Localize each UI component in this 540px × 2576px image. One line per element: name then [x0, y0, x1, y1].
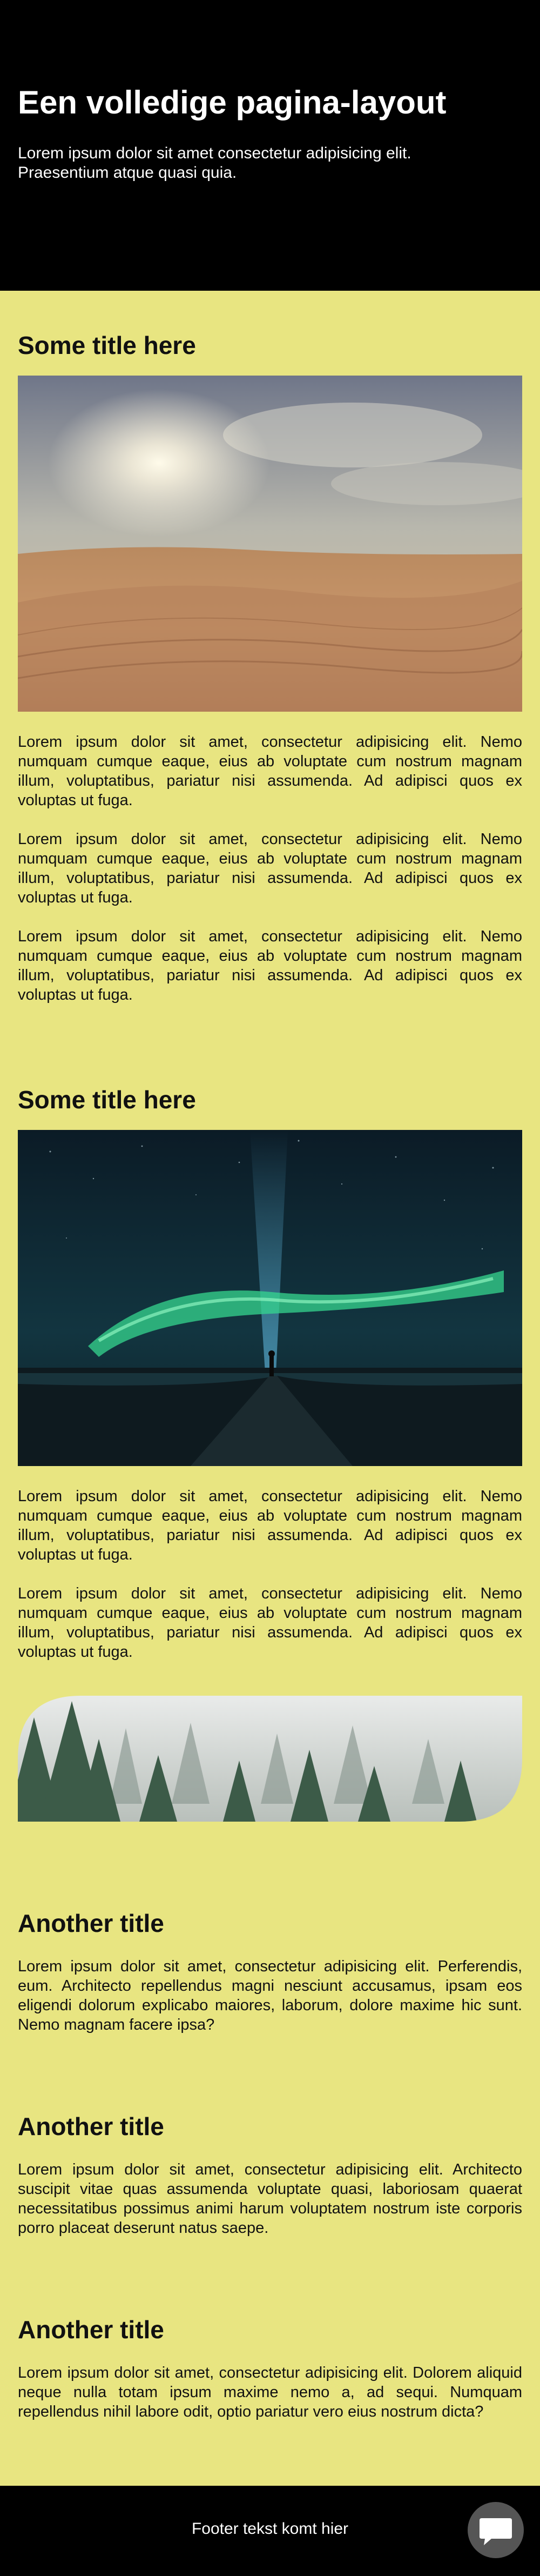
article-1-title: Some title here: [18, 331, 196, 359]
footer-text: Footer tekst komt hier: [191, 2520, 349, 2538]
article-2: Some title here Lorem ipsum dolor sit am…: [18, 1077, 522, 1694]
card-3-title: Another title: [18, 2316, 164, 2344]
card-1-title: Another title: [18, 1909, 164, 1937]
card-1: Another title Lorem ipsum dolor sit amet…: [18, 1868, 522, 2071]
forest-banner: [18, 1694, 522, 1868]
site-footer: Footer tekst komt hier: [0, 2486, 540, 2576]
article-2-paragraph-1: Lorem ipsum dolor sit amet, consectetur …: [18, 1487, 522, 1563]
header-subtitle: Lorem ipsum dolor sit amet consectetur a…: [18, 144, 522, 183]
chat-bubble-icon: [480, 2518, 512, 2545]
aurora-night-image: [18, 1129, 522, 1466]
article-1-paragraph-2: Lorem ipsum dolor sit amet, consectetur …: [18, 830, 522, 906]
desert-dunes-image: [18, 375, 522, 712]
page-title: Een volledige pagina-layout: [18, 84, 447, 121]
card-2-text: Lorem ipsum dolor sit amet, consectetur …: [18, 2160, 522, 2237]
misty-forest-image: [18, 1696, 522, 1822]
site-header: Een volledige pagina-layout Lorem ipsum …: [0, 0, 540, 291]
header-subtitle-line-2: Praesentium atque quasi quia.: [18, 164, 237, 182]
card-1-text: Lorem ipsum dolor sit amet, consectetur …: [18, 1957, 522, 2033]
card-3-text: Lorem ipsum dolor sit amet, consectetur …: [18, 2364, 522, 2420]
article-1-paragraph-1: Lorem ipsum dolor sit amet, consectetur …: [18, 733, 522, 809]
card-2-title: Another title: [18, 2112, 164, 2140]
header-subtitle-line-1: Lorem ipsum dolor sit amet consectetur a…: [18, 144, 411, 162]
main-content: Some title here Lorem ipsum dolor sit am…: [0, 291, 540, 2486]
article-2-title: Some title here: [18, 1086, 196, 1114]
article-1: Some title here Lorem ipsum dolor sit am…: [18, 291, 522, 1077]
chat-button[interactable]: [468, 2502, 524, 2558]
card-2: Another title Lorem ipsum dolor sit amet…: [18, 2071, 522, 2274]
card-3: Another title Lorem ipsum dolor sit amet…: [18, 2274, 522, 2486]
article-2-paragraph-2: Lorem ipsum dolor sit amet, consectetur …: [18, 1584, 522, 1661]
article-1-paragraph-3: Lorem ipsum dolor sit amet, consectetur …: [18, 927, 522, 1003]
